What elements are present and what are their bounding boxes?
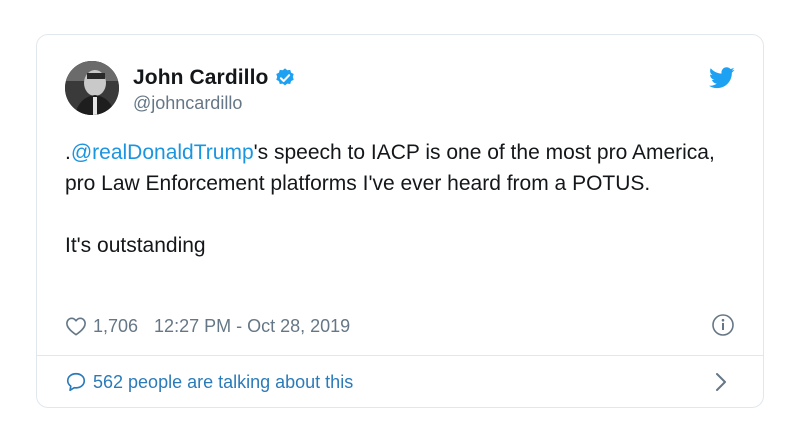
conversation-label[interactable]: 562 people are talking about this (93, 372, 353, 393)
tweet-meta: 1,706 12:27 PM - Oct 28, 2019 (65, 313, 735, 337)
tweet-header: John Cardillo @johncardillo (65, 61, 735, 117)
tweet-text: .@realDonaldTrump's speech to IACP is on… (65, 137, 745, 261)
conversation-link[interactable]: 562 people are talking about this (65, 369, 735, 395)
twitter-bird-icon[interactable] (709, 67, 735, 89)
like-count[interactable]: 1,706 (93, 316, 138, 337)
heart-icon[interactable] (65, 316, 87, 336)
mention-link[interactable]: @realDonaldTrump (71, 141, 254, 164)
author-handle[interactable]: @johncardillo (133, 93, 296, 114)
speech-bubble-icon (65, 371, 87, 393)
avatar[interactable] (65, 61, 119, 115)
display-name[interactable]: John Cardillo (133, 66, 268, 90)
text-second-paragraph: It's outstanding (65, 234, 206, 257)
timestamp[interactable]: 12:27 PM - Oct 28, 2019 (154, 316, 350, 337)
author-block[interactable]: John Cardillo @johncardillo (133, 65, 296, 114)
info-icon[interactable] (711, 313, 735, 337)
chevron-right-icon[interactable] (715, 372, 727, 392)
verified-badge-icon (274, 67, 296, 89)
divider (37, 355, 763, 356)
tweet-card[interactable]: John Cardillo @johncardillo .@realDonald… (36, 34, 764, 408)
